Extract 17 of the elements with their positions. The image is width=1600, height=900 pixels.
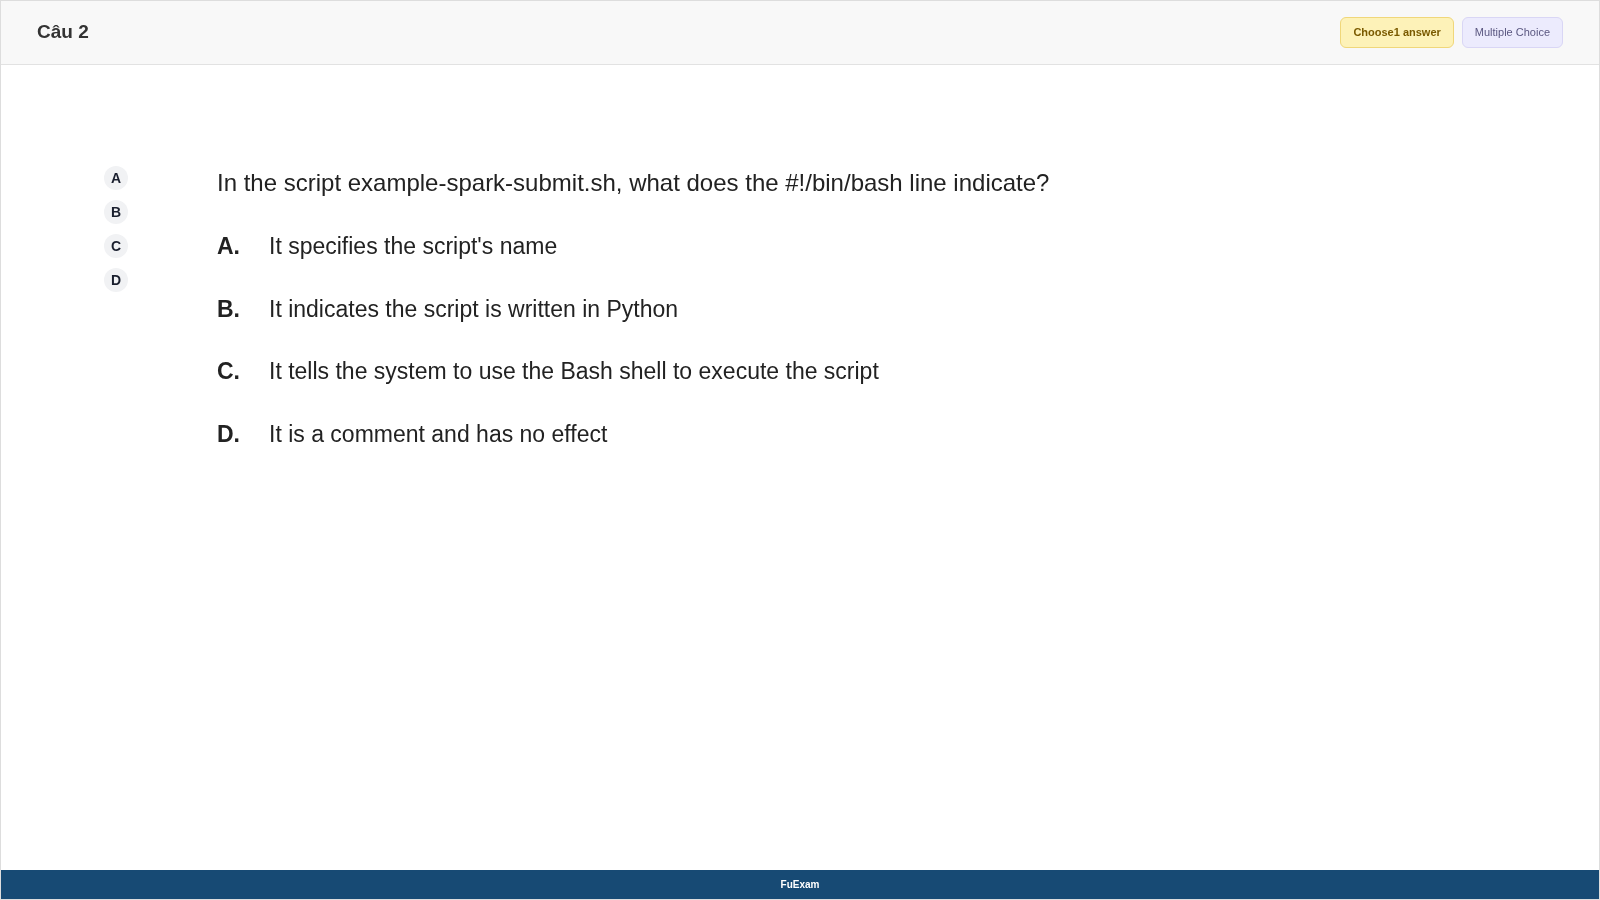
question-title: Câu 2 — [37, 20, 89, 45]
option-letter: C. — [217, 357, 241, 386]
answer-button[interactable]: A — [104, 166, 128, 190]
option-text: It indicates the script is written in Python — [269, 294, 679, 324]
option-letter: D. — [217, 419, 241, 449]
answer-button[interactable]: C — [104, 234, 128, 258]
option-text: It is a comment and has no effect — [269, 419, 608, 449]
answer-button[interactable]: B — [104, 200, 128, 224]
answer-button[interactable]: D — [104, 268, 128, 292]
option-letter: B. — [217, 294, 241, 324]
badge: Multiple Choice — [1461, 17, 1563, 48]
option-letter: A. — [217, 232, 241, 261]
option-text: It tells the system to use the Bash shell to execute the script — [269, 357, 879, 386]
option-text: It specifies the script's name — [269, 232, 558, 261]
footer-text: FuExam — [780, 878, 820, 892]
question-text: In the script example-spark-submit.sh, what does the #!/bin/bash line indicate? — [217, 168, 1050, 198]
badge: Choose1 answer — [1340, 17, 1454, 48]
